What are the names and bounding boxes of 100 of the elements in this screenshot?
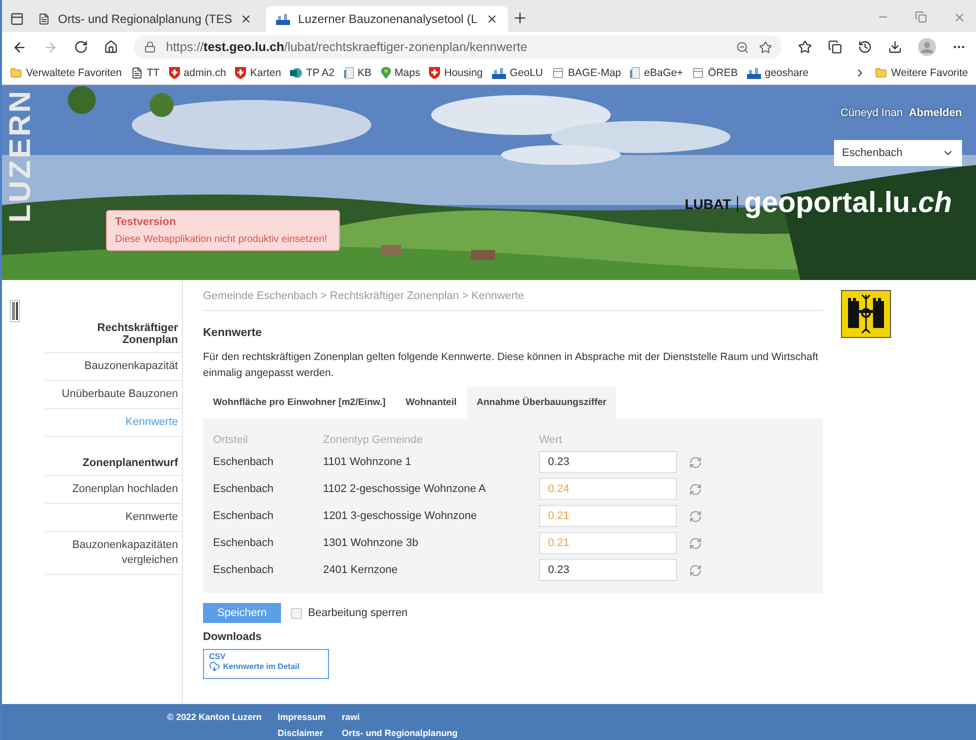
footer-link[interactable]: Impressum <box>278 712 326 722</box>
breadcrumb: Gemeinde Eschenbach > Rechtskräftiger Zonenplan > Kennwerte <box>203 290 823 311</box>
document-icon <box>344 67 354 79</box>
value-input[interactable]: 0.23 <box>539 451 677 473</box>
tab-actions-icon[interactable] <box>10 12 24 26</box>
footer-link[interactable]: rawi <box>342 712 458 722</box>
favorite-link[interactable]: Karten <box>235 67 282 79</box>
page-icon <box>692 67 704 79</box>
sidebar-item[interactable]: Kennwerte <box>45 504 182 532</box>
address-bar[interactable]: https://test.geo.lu.ch/lubat/rechtskraeftiger-zonenplan/kennwerte <box>134 35 782 59</box>
favorite-link[interactable]: admin.ch <box>168 67 226 79</box>
favorite-link[interactable]: KB <box>344 67 372 79</box>
folder-icon <box>10 67 22 79</box>
restore-icon[interactable] <box>915 11 927 23</box>
browser-tab[interactable]: Orts- und Regionalplanung (TES <box>28 6 262 32</box>
cloud-download-icon <box>209 661 220 672</box>
tab[interactable]: Wohnanteil <box>396 387 467 418</box>
new-tab-icon[interactable] <box>512 10 528 26</box>
map-pin-icon <box>380 67 391 79</box>
reset-icon[interactable] <box>689 564 702 576</box>
reset-icon[interactable] <box>689 510 702 522</box>
page-icon <box>552 67 564 79</box>
close-icon[interactable] <box>486 13 498 25</box>
history-icon[interactable] <box>858 40 872 54</box>
coat-of-arms-icon <box>841 290 891 338</box>
logout-link[interactable]: Abmelden <box>908 107 962 119</box>
favorite-link[interactable]: geoshare <box>746 67 809 79</box>
favorite-link[interactable]: ÖREB <box>692 67 738 79</box>
download-icon[interactable] <box>888 40 902 54</box>
table-cell-text: Eschenbach <box>213 564 275 576</box>
section-heading: Downloads <box>203 631 263 643</box>
swiss-cross-icon <box>429 67 440 79</box>
favorite-link[interactable]: TP A2 <box>290 67 335 79</box>
browser-tab[interactable]: Luzerner Bauzonenanalysetool (L <box>266 6 508 32</box>
tab[interactable]: Wohnfläche pro Einwohner [m2/Einw.] <box>203 387 396 418</box>
value-input[interactable]: 0.23 <box>539 559 677 581</box>
column-header: Wert <box>539 434 564 446</box>
favorite-link[interactable]: Verwaltete Favoriten <box>10 67 122 79</box>
reset-icon[interactable] <box>689 456 702 468</box>
favorite-link[interactable]: Housing <box>429 67 483 79</box>
footer-link[interactable]: Disclaimer <box>278 728 326 738</box>
portal-logo: geoportal.lu.ch <box>744 187 952 220</box>
reset-icon[interactable] <box>689 536 702 550</box>
close-icon[interactable] <box>240 13 252 25</box>
favorites-icon[interactable] <box>798 40 812 54</box>
checkbox[interactable] <box>291 608 302 618</box>
add-favorite-icon[interactable] <box>759 40 772 54</box>
footer-link[interactable]: Orts- und Regionalplanung <box>342 728 458 738</box>
building-icon <box>492 68 506 78</box>
logo-text: LUZERN <box>4 89 38 223</box>
avatar-icon[interactable] <box>918 38 936 56</box>
reset-icon[interactable] <box>689 482 702 496</box>
favorite-link[interactable]: TT <box>130 67 160 79</box>
table-cell-text: 1201 3-geschossige Wohnzone <box>323 510 478 522</box>
collections-icon[interactable] <box>828 40 842 54</box>
download-link[interactable]: CSV Kennwerte im Detail <box>203 649 329 679</box>
column-header: Ortsteil <box>213 434 249 446</box>
favorite-link[interactable]: eBaGe+ <box>630 67 683 79</box>
tab[interactable]: Annahme Überbauungsziffer <box>466 387 616 418</box>
page-icon <box>130 67 143 79</box>
table-cell-text: 2401 Kernzone <box>323 564 399 576</box>
app-logo: LUBAT <box>684 196 738 212</box>
sidebar-item[interactable]: Bauzonenkapazitäten vergleichen <box>45 532 182 575</box>
commune-select[interactable]: Eschenbach <box>834 140 962 166</box>
user-name: Cüneyd Inan <box>840 107 903 119</box>
building-icon <box>746 68 761 78</box>
sidebar-heading: Rechtskräftiger Zonenplan <box>45 318 182 353</box>
swiss-cross-icon <box>168 67 180 79</box>
favorite-link[interactable]: GeoLU <box>492 67 544 79</box>
sidebar-item[interactable]: Bauzonenkapazität <box>45 353 182 381</box>
page-icon <box>38 13 50 25</box>
building-icon <box>276 14 290 24</box>
checkbox-label: Bearbeitung sperren <box>308 607 408 619</box>
home-icon[interactable] <box>104 40 118 54</box>
description: Für den rechtskräftigen Zonenplan gelten folgende Kennwerte. Diese können in Absprache mit der Dienststelle Raum und Wirtschaft einmalig angepasst werden. <box>203 350 820 381</box>
sidebar-heading: Zonenplanentwurf <box>45 453 182 476</box>
folder-icon <box>875 67 888 79</box>
table-cell-text: Eschenbach <box>213 510 275 522</box>
favorite-link[interactable]: Maps <box>380 67 420 79</box>
favorite-folder[interactable]: Weitere Favorite <box>875 67 968 79</box>
page-heading: Kennwerte <box>203 327 263 339</box>
column-header: Zonentyp Gemeinde <box>323 434 424 446</box>
favorite-link[interactable]: BAGE-Map <box>552 67 622 79</box>
sidebar-item[interactable]: Zonenplan hochladen <box>45 476 182 504</box>
notice-title: Testversion <box>115 216 177 228</box>
table-cell-text: Eschenbach <box>213 456 275 468</box>
table-cell-text: 1101 Wohnzone 1 <box>323 456 412 468</box>
table-cell-text: 1301 Wohnzone 3b <box>323 537 420 549</box>
document-icon <box>630 67 640 79</box>
table-cell-text: Eschenbach <box>213 483 275 495</box>
table-cell-text: Eschenbach <box>213 537 275 549</box>
back-icon[interactable] <box>12 40 27 54</box>
lock-icon <box>144 41 156 53</box>
notice-text: Diese Webapplikation nicht produktiv einsetzen! <box>115 234 328 245</box>
swiss-cross-icon <box>235 67 246 79</box>
copyright: © 2022 Kanton Luzern <box>167 712 262 724</box>
table-cell-text: 1102 2-geschossige Wohnzone A <box>323 483 487 495</box>
sidebar-item[interactable]: Unüberbaute Bauzonen <box>45 381 182 409</box>
zoom-icon[interactable] <box>736 40 749 54</box>
reload-icon[interactable] <box>74 40 88 54</box>
